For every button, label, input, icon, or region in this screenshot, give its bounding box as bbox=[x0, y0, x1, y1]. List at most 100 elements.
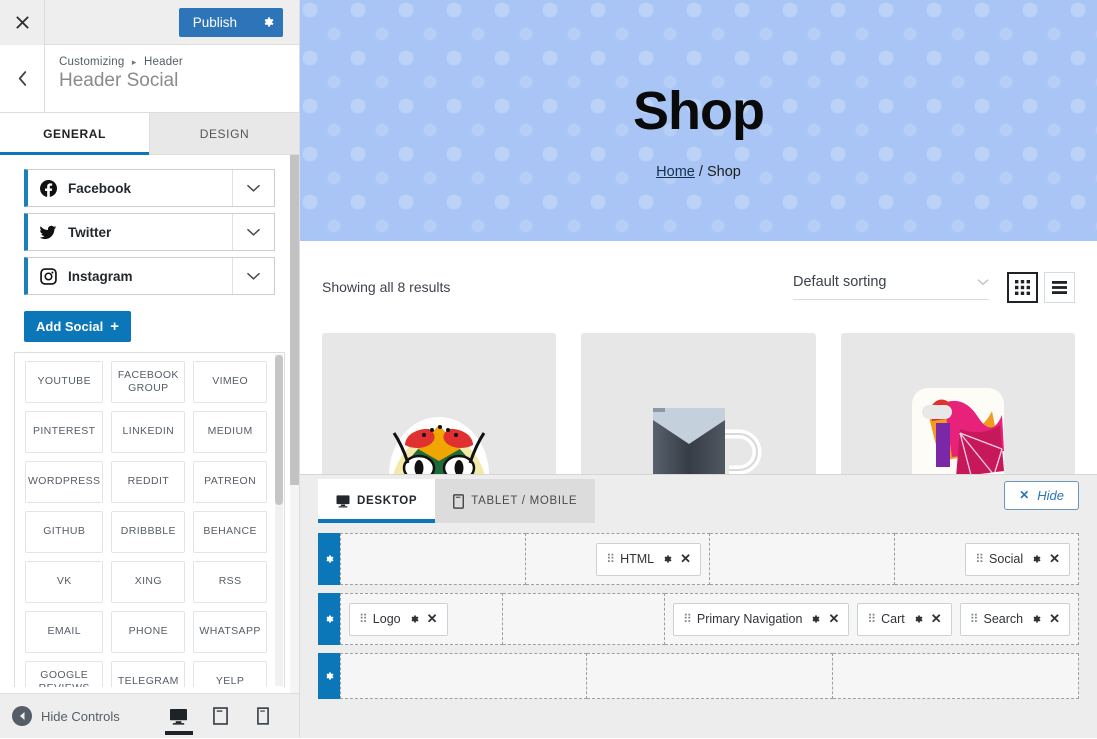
row-settings-button[interactable] bbox=[318, 533, 340, 585]
expand-twitter-button[interactable] bbox=[232, 214, 274, 250]
close-icon[interactable]: ✕ bbox=[427, 611, 438, 627]
social-item-instagram[interactable]: Instagram bbox=[24, 257, 275, 295]
close-icon[interactable]: ✕ bbox=[828, 611, 839, 627]
network-option-xing[interactable]: XING bbox=[111, 561, 185, 603]
drag-handle-icon[interactable]: ⠿ bbox=[359, 612, 366, 626]
list-view-button[interactable] bbox=[1044, 272, 1075, 303]
network-option-medium[interactable]: MEDIUM bbox=[193, 411, 267, 453]
sorting-select[interactable]: Default sorting bbox=[793, 274, 989, 300]
network-option-whatsapp[interactable]: WHATSAPP bbox=[193, 611, 267, 653]
publish-button[interactable]: Publish bbox=[179, 8, 251, 37]
social-items-list: Facebook Twitter bbox=[0, 169, 299, 295]
back-button[interactable] bbox=[0, 45, 45, 112]
network-scrollbar-thumb[interactable] bbox=[275, 355, 283, 505]
close-icon bbox=[15, 15, 30, 30]
network-option-github[interactable]: GITHUB bbox=[25, 511, 103, 553]
device-tablet-button[interactable] bbox=[200, 694, 242, 739]
expand-facebook-button[interactable] bbox=[232, 170, 274, 206]
builder-item-label: HTML bbox=[620, 552, 654, 566]
network-option-patreon[interactable]: PATREON bbox=[193, 461, 267, 503]
close-customizer-button[interactable] bbox=[0, 0, 45, 45]
network-option-telegram[interactable]: TELEGRAM bbox=[111, 661, 185, 687]
tab-general[interactable]: GENERAL bbox=[0, 113, 150, 154]
network-option-behance[interactable]: BEHANCE bbox=[193, 511, 267, 553]
hide-controls-button[interactable]: Hide Controls bbox=[12, 706, 120, 726]
network-option-dribbble[interactable]: DRIBBBLE bbox=[111, 511, 185, 553]
drag-handle-icon[interactable]: ⠿ bbox=[867, 612, 874, 626]
builder-item-search[interactable]: ⠿Search✕ bbox=[960, 603, 1070, 636]
network-option-vk[interactable]: VK bbox=[25, 561, 103, 603]
panel-body: Facebook Twitter bbox=[0, 155, 299, 693]
close-icon[interactable]: ✕ bbox=[1049, 551, 1060, 567]
builder-tab-desktop[interactable]: DESKTOP bbox=[318, 479, 435, 523]
publish-group: Publish bbox=[179, 8, 283, 37]
gear-icon[interactable] bbox=[661, 553, 673, 565]
device-desktop-button[interactable] bbox=[158, 694, 200, 739]
drop-zone[interactable] bbox=[340, 653, 587, 699]
drop-zone[interactable]: ⠿Primary Navigation✕⠿Cart✕ ⠿Search✕ bbox=[665, 593, 1079, 645]
drag-handle-icon[interactable]: ⠿ bbox=[975, 552, 982, 566]
network-option-phone[interactable]: PHONE bbox=[111, 611, 185, 653]
drop-zone[interactable]: ⠿Social✕ bbox=[895, 533, 1080, 585]
builder-item-social[interactable]: ⠿Social✕ bbox=[965, 543, 1070, 576]
drop-zone[interactable] bbox=[710, 533, 895, 585]
builder-item-primary-navigation[interactable]: ⠿Primary Navigation✕ bbox=[673, 603, 849, 636]
drop-zone[interactable] bbox=[587, 653, 833, 699]
breadcrumb-home-link[interactable]: Home bbox=[656, 164, 695, 180]
mobile-icon bbox=[257, 707, 269, 725]
expand-instagram-button[interactable] bbox=[232, 258, 274, 294]
network-option-linkedin[interactable]: LINKEDIN bbox=[111, 411, 185, 453]
social-item-twitter[interactable]: Twitter bbox=[24, 213, 275, 251]
builder-item-cart[interactable]: ⠿Cart✕ bbox=[857, 603, 951, 636]
close-icon[interactable]: ✕ bbox=[931, 611, 942, 627]
breadcrumb-root[interactable]: Customizing bbox=[59, 56, 124, 68]
row-settings-button[interactable] bbox=[318, 593, 340, 645]
breadcrumb-current[interactable]: Header bbox=[144, 56, 183, 68]
drop-zone[interactable]: ⠿ HTML ✕ bbox=[526, 533, 711, 585]
drag-handle-icon[interactable]: ⠿ bbox=[606, 552, 613, 566]
network-option-facebook-group[interactable]: FACEBOOK GROUP bbox=[111, 361, 185, 403]
network-option-google-reviews[interactable]: GOOGLE REVIEWS bbox=[25, 661, 103, 687]
drop-zone[interactable] bbox=[833, 653, 1079, 699]
result-count: Showing all 8 results bbox=[322, 279, 450, 295]
drop-zone[interactable] bbox=[340, 533, 526, 585]
shop-toolbar: Showing all 8 results Default sorting bbox=[300, 241, 1097, 333]
twitter-icon bbox=[28, 224, 68, 241]
tablet-icon bbox=[213, 707, 228, 725]
social-item-label: Instagram bbox=[68, 269, 232, 284]
gear-icon[interactable] bbox=[1030, 553, 1042, 565]
network-option-pinterest[interactable]: PINTEREST bbox=[25, 411, 103, 453]
network-option-youtube[interactable]: YOUTUBE bbox=[25, 361, 103, 403]
network-option-wordpress[interactable]: WORDPRESS bbox=[25, 461, 103, 503]
network-option-rss[interactable]: RSS bbox=[193, 561, 267, 603]
sidebar-scrollbar-thumb[interactable] bbox=[290, 155, 299, 485]
customizer-topbar: Publish bbox=[0, 0, 299, 45]
network-option-yelp[interactable]: YELP bbox=[193, 661, 267, 687]
builder-tab-tablet-mobile[interactable]: TABLET / MOBILE bbox=[435, 479, 595, 523]
drop-zone[interactable] bbox=[503, 593, 665, 645]
add-social-button[interactable]: Add Social + bbox=[24, 311, 131, 342]
row-settings-button[interactable] bbox=[318, 653, 340, 699]
device-preview-buttons bbox=[158, 694, 284, 739]
builder-row-main-row: ⠿Logo✕ ⠿Primary Navigation✕⠿Cart✕ ⠿Search✕ bbox=[318, 593, 1079, 645]
social-item-facebook[interactable]: Facebook bbox=[24, 169, 275, 207]
network-option-vimeo[interactable]: VIMEO bbox=[193, 361, 267, 403]
gear-icon[interactable] bbox=[809, 613, 821, 625]
publish-settings-button[interactable] bbox=[251, 8, 283, 37]
device-mobile-button[interactable] bbox=[242, 694, 284, 739]
network-option-reddit[interactable]: REDDIT bbox=[111, 461, 185, 503]
drag-handle-icon[interactable]: ⠿ bbox=[970, 612, 977, 626]
builder-item-html[interactable]: ⠿ HTML ✕ bbox=[596, 543, 701, 576]
gear-icon[interactable] bbox=[912, 613, 924, 625]
drop-zone[interactable]: ⠿Logo✕ bbox=[340, 593, 503, 645]
hide-builder-button[interactable]: ✕ Hide bbox=[1004, 481, 1079, 510]
close-icon[interactable]: ✕ bbox=[680, 551, 691, 567]
drag-handle-icon[interactable]: ⠿ bbox=[683, 612, 690, 626]
gear-icon[interactable] bbox=[1030, 613, 1042, 625]
network-option-email[interactable]: EMAIL bbox=[25, 611, 103, 653]
tab-design[interactable]: DESIGN bbox=[150, 113, 299, 154]
gear-icon[interactable] bbox=[408, 613, 420, 625]
builder-item-logo[interactable]: ⠿Logo✕ bbox=[349, 603, 448, 636]
close-icon[interactable]: ✕ bbox=[1049, 611, 1060, 627]
grid-view-button[interactable] bbox=[1007, 272, 1038, 303]
